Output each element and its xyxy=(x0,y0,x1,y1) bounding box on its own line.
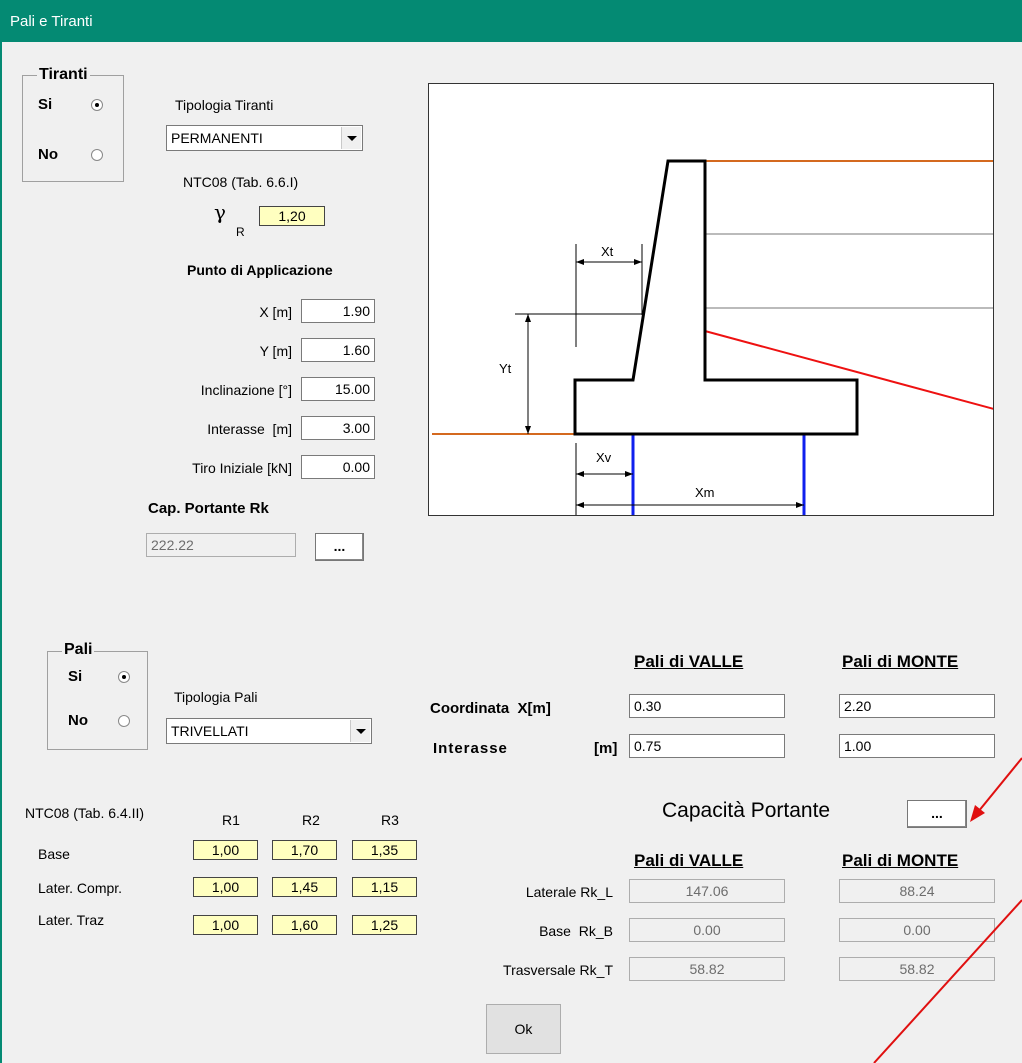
cap-row-label: Base Rk_B xyxy=(539,923,613,939)
tiranti-groupbox xyxy=(22,75,124,182)
pali-si-label: Si xyxy=(68,668,83,685)
interasse-pali-unit: [m] xyxy=(594,740,618,757)
pali-no-label: No xyxy=(68,712,88,729)
pali-si-radio[interactable] xyxy=(118,671,130,683)
pali-legend: Pali xyxy=(62,641,95,659)
field-y-label: Y [m] xyxy=(259,343,292,359)
yt-label: Yt xyxy=(499,361,512,376)
inclinazione-input[interactable]: 15.00 xyxy=(301,377,375,401)
gamma-symbol: γ xyxy=(214,200,226,224)
ntc-col-r3: R3 xyxy=(381,812,399,828)
ntc-cell: 1,15 xyxy=(352,877,417,897)
xv-label: Xv xyxy=(596,450,612,465)
ntc-cell: 1,00 xyxy=(193,840,258,860)
cap-valle-value: 0.00 xyxy=(629,918,785,942)
ntc-cell: 1,60 xyxy=(272,915,337,935)
cap-monte-header: Pali di MONTE xyxy=(842,851,959,870)
ntc-col-r2: R2 xyxy=(302,812,320,828)
xt-label: Xt xyxy=(601,244,614,259)
capacita-portante-title: Capacità Portante xyxy=(662,799,831,822)
pali-monte-header: Pali di MONTE xyxy=(842,652,959,671)
cap-monte-value: 0.00 xyxy=(839,918,995,942)
cap-portante-rk-button[interactable]: ... xyxy=(315,533,364,561)
ntc-row-label: Later. Compr. xyxy=(38,880,123,896)
tipologia-tiranti-label: Tipologia Tiranti xyxy=(175,97,274,113)
tipologia-tiranti-value: PERMANENTI xyxy=(171,130,263,146)
field-x-label: X [m] xyxy=(259,304,292,320)
interasse-valle-input[interactable]: 0.75 xyxy=(629,734,785,758)
cap-row-label: Trasversale Rk_T xyxy=(503,962,613,978)
annotation-arrow-head xyxy=(970,805,985,822)
inclinazione-label: Inclinazione [°] xyxy=(200,382,292,398)
gamma-r-value: 1,20 xyxy=(259,206,325,226)
field-y-input[interactable]: 1.60 xyxy=(301,338,375,362)
ok-button[interactable]: Ok xyxy=(486,1004,561,1054)
tiranti-no-radio[interactable] xyxy=(91,149,103,161)
tiranti-no-label: No xyxy=(38,146,58,163)
pali-valle-header: Pali di VALLE xyxy=(634,652,744,671)
arrow-head xyxy=(576,471,584,477)
interasse-pali-label: Interasse xyxy=(433,740,508,757)
field-x-input[interactable]: 1.90 xyxy=(301,299,375,323)
cap-monte-value: 88.24 xyxy=(839,879,995,903)
ntc-cell: 1,00 xyxy=(193,877,258,897)
tiranti-si-radio[interactable] xyxy=(91,99,103,111)
window-title: Pali e Tiranti xyxy=(10,13,93,30)
annotation-arrow-line xyxy=(977,757,1022,813)
ntc-cell: 1,35 xyxy=(352,840,417,860)
coordinata-valle-input[interactable]: 0.30 xyxy=(629,694,785,718)
tipologia-pali-value: TRIVELLATI xyxy=(171,723,249,739)
tipologia-tiranti-select[interactable]: PERMANENTI xyxy=(166,125,363,151)
ntc-cell: 1,45 xyxy=(272,877,337,897)
tiranti-legend: Tiranti xyxy=(37,66,90,84)
ntc-row-label: Later. Traz xyxy=(38,912,105,928)
ntc-cell: 1,00 xyxy=(193,915,258,935)
window-frame-left xyxy=(0,42,2,1063)
cap-portante-rk-title: Cap. Portante Rk xyxy=(148,500,269,517)
arrow-head xyxy=(576,502,584,508)
tipologia-pali-label: Tipologia Pali xyxy=(174,689,258,705)
cap-portante-rk-input: 222.22 xyxy=(146,533,296,557)
interasse-tiranti-input[interactable]: 3.00 xyxy=(301,416,375,440)
tiro-iniziale-label: Tiro Iniziale [kN] xyxy=(192,460,292,476)
interasse-monte-input[interactable]: 1.00 xyxy=(839,734,995,758)
cap-monte-value: 58.82 xyxy=(839,957,995,981)
cap-valle-value: 147.06 xyxy=(629,879,785,903)
ntc-row-label: Base xyxy=(38,846,70,862)
wall-diagram-svg: Xt Yt Xv Xm xyxy=(432,159,993,515)
coordinata-monte-input[interactable]: 2.20 xyxy=(839,694,995,718)
arrow-head xyxy=(576,259,584,265)
ntc08-tiranti-label: NTC08 (Tab. 6.6.I) xyxy=(183,174,299,190)
tipologia-pali-select[interactable]: TRIVELLATI xyxy=(166,718,372,744)
ntc-cell: 1,70 xyxy=(272,840,337,860)
ntc-cell: 1,25 xyxy=(352,915,417,935)
wall-diagram: Xt Yt Xv Xm xyxy=(428,83,994,516)
punto-applicazione-title: Punto di Applicazione xyxy=(187,262,333,278)
gamma-subscript: R xyxy=(236,225,245,239)
xm-label: Xm xyxy=(695,485,715,500)
arrow-head xyxy=(525,426,531,434)
pali-groupbox xyxy=(47,651,148,750)
pali-no-radio[interactable] xyxy=(118,715,130,727)
capacita-portante-button[interactable]: ... xyxy=(907,800,967,828)
ntc-col-r1: R1 xyxy=(222,812,240,828)
ntc08-pali-title: NTC08 (Tab. 6.4.II) xyxy=(25,805,145,821)
cap-valle-header: Pali di VALLE xyxy=(634,851,744,870)
chevron-down-icon[interactable] xyxy=(341,127,361,149)
retaining-wall xyxy=(573,159,859,436)
arrow-head xyxy=(634,259,642,265)
arrow-head xyxy=(525,314,531,322)
coordinata-x-label: Coordinata X[m] xyxy=(430,700,551,717)
tiro-iniziale-input[interactable]: 0.00 xyxy=(301,455,375,479)
chevron-down-icon[interactable] xyxy=(350,720,370,742)
cap-valle-value: 58.82 xyxy=(629,957,785,981)
cap-row-label: Laterale Rk_L xyxy=(525,884,613,900)
interasse-tiranti-label: Interasse [m] xyxy=(207,421,292,437)
window-titlebar: Pali e Tiranti xyxy=(0,0,1022,42)
tiranti-si-label: Si xyxy=(38,96,53,113)
